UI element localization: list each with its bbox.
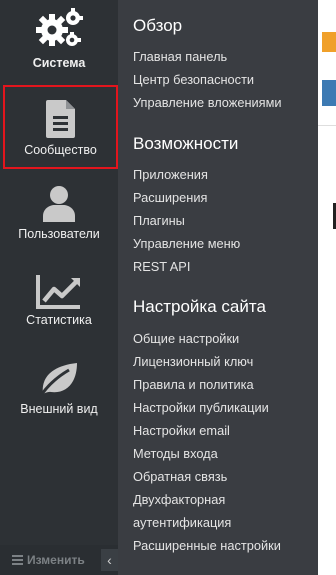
menu-link-rest-api[interactable]: REST API: [133, 259, 190, 274]
document-icon: [45, 100, 75, 138]
sidebar-item-label: Статистика: [26, 313, 92, 327]
sidebar-item-label: Сообщество: [24, 143, 97, 157]
submenu-panel: Обзор Главная панель Центр безопасности …: [118, 0, 318, 575]
menu-link-security-center[interactable]: Центр безопасности: [133, 72, 254, 87]
user-icon: [43, 186, 75, 222]
sidebar-item-label: Пользователи: [18, 227, 100, 241]
sidebar-item-users[interactable]: Пользователи: [0, 185, 118, 265]
menu-link-two-factor-cont[interactable]: аутентификация: [133, 515, 231, 530]
menu-link-feedback[interactable]: Обратная связь: [133, 469, 227, 484]
sidebar-item-statistics[interactable]: Статистика: [0, 273, 118, 353]
edit-menu-button[interactable]: Изменить: [12, 553, 85, 567]
collapse-sidebar-button[interactable]: ‹: [101, 549, 118, 571]
menu-link-dashboard[interactable]: Главная панель: [133, 49, 227, 64]
menu-link-advanced-settings[interactable]: Расширенные настройки: [133, 538, 281, 553]
leaf-icon: [38, 363, 77, 398]
menu-link-general-settings[interactable]: Общие настройки: [133, 331, 239, 346]
sidebar: Система Сообщество Пользователи Статисти…: [0, 0, 118, 575]
menu-link-email-settings[interactable]: Настройки email: [133, 423, 230, 438]
sidebar-item-appearance[interactable]: Внешний вид: [0, 360, 118, 440]
hamburger-icon: [12, 555, 23, 565]
section-title-overview: Обзор: [133, 16, 183, 35]
line-chart-icon: [36, 275, 80, 309]
menu-link-plugins[interactable]: Плагины: [133, 213, 185, 228]
section-title-features: Возможности: [133, 134, 239, 153]
sidebar-item-community[interactable]: Сообщество: [3, 85, 118, 169]
menu-link-extensions[interactable]: Расширения: [133, 190, 207, 205]
menu-link-menu-manager[interactable]: Управление меню: [133, 236, 240, 251]
chevron-left-icon: ‹: [107, 552, 112, 568]
divider: [318, 125, 336, 126]
menu-link-publishing-settings[interactable]: Настройки публикации: [133, 400, 269, 415]
section-title-site-settings: Настройка сайта: [133, 297, 266, 316]
menu-link-attachments[interactable]: Управление вложениями: [133, 95, 282, 110]
gears-icon: [36, 8, 83, 46]
menu-link-license-key[interactable]: Лицензионный ключ: [133, 354, 253, 369]
sidebar-item-system[interactable]: Система: [0, 8, 118, 78]
menu-link-rules-policy[interactable]: Правила и политика: [133, 377, 254, 392]
edit-menu-label: Изменить: [27, 553, 85, 567]
sidebar-item-label: Система: [32, 56, 86, 70]
menu-link-login-methods[interactable]: Методы входа: [133, 446, 218, 461]
menu-link-apps[interactable]: Приложения: [133, 167, 208, 182]
menu-link-two-factor[interactable]: Двухфакторная: [133, 492, 225, 507]
content-fragment: [322, 32, 336, 52]
sidebar-item-label: Внешний вид: [20, 402, 98, 416]
content-fragment: [322, 80, 336, 106]
